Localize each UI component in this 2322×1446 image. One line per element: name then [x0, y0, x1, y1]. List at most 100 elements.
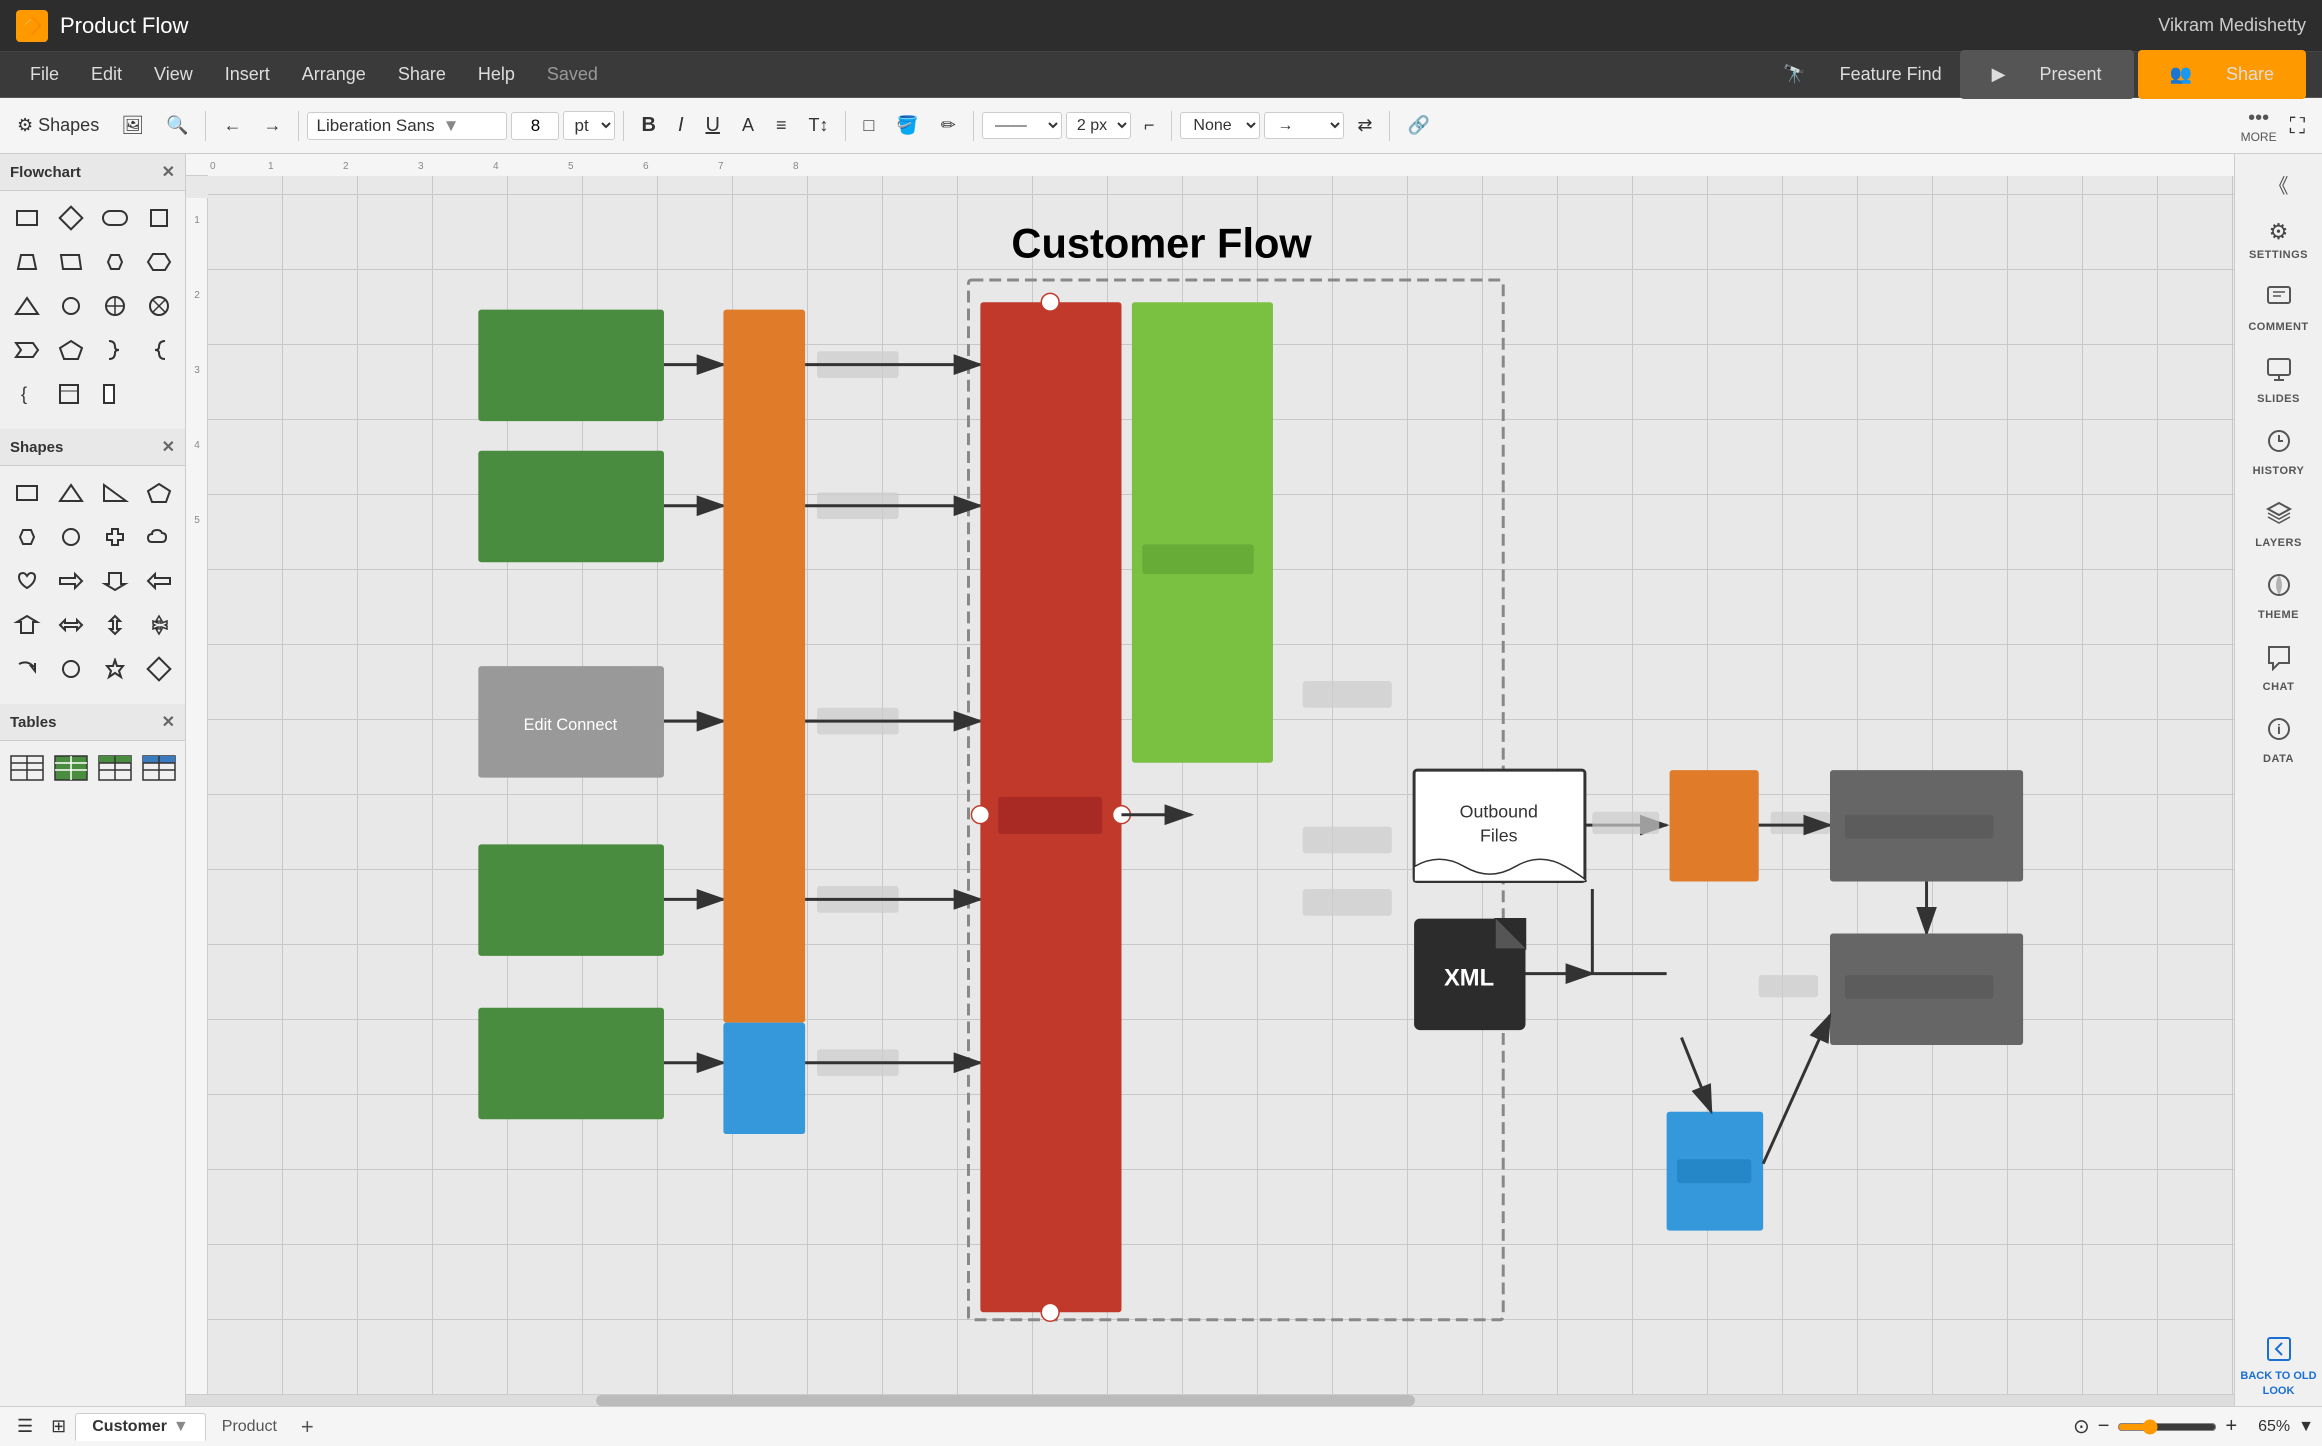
text-format-button[interactable]: T↕ — [799, 110, 837, 141]
shape-arrow-up[interactable] — [8, 606, 46, 644]
green-box-2[interactable] — [478, 451, 664, 562]
bidirectional-button[interactable]: ⇄ — [1348, 110, 1381, 141]
line-color-button[interactable]: ✏ — [932, 110, 965, 141]
shape-basic-hex[interactable] — [8, 518, 46, 556]
shape-note[interactable] — [52, 375, 90, 413]
fullscreen-button[interactable]: ⛶ — [2281, 108, 2314, 144]
fill-color-button[interactable]: 🪣 — [887, 110, 927, 141]
tab-customer[interactable]: Customer ▼ — [75, 1413, 206, 1441]
shape-basic-circle2[interactable] — [52, 650, 90, 688]
add-tab-button[interactable]: + — [293, 1410, 322, 1444]
diagram-svg[interactable]: Customer Flow Edit Connect — [208, 176, 2234, 1394]
menu-edit[interactable]: Edit — [77, 58, 136, 91]
undo-button[interactable]: ← — [214, 110, 250, 141]
settings-panel-button[interactable]: ⚙ SETTINGS — [2235, 209, 2322, 271]
shape-outline-button[interactable]: □ — [854, 110, 883, 141]
shape-star[interactable] — [96, 650, 134, 688]
data-panel-button[interactable]: i DATA — [2235, 705, 2322, 775]
shape-brace-r[interactable] — [96, 331, 134, 369]
shape-diamond[interactable] — [52, 199, 90, 237]
slides-panel-button[interactable]: SLIDES — [2235, 345, 2322, 415]
arrow-end-select[interactable]: →None← — [1264, 112, 1344, 139]
italic-button[interactable]: I — [669, 109, 693, 142]
canvas-area[interactable]: 0 1 2 3 4 5 6 7 8 1 2 3 4 — [186, 154, 2234, 1406]
comment-panel-button[interactable]: COMMENT — [2235, 273, 2322, 343]
shape-bidir-h[interactable] — [52, 606, 90, 644]
light-green-bar[interactable] — [1132, 302, 1273, 762]
tables-close[interactable]: ✕ — [162, 712, 175, 732]
shape-square[interactable] — [140, 199, 178, 237]
menu-share[interactable]: Share — [384, 58, 460, 91]
font-size-input[interactable] — [511, 112, 559, 140]
grid-view-button[interactable]: ⊞ — [42, 1411, 75, 1442]
theme-panel-button[interactable]: THEME — [2235, 561, 2322, 631]
menu-help[interactable]: Help — [464, 58, 529, 91]
shape-parallelogram[interactable] — [52, 243, 90, 281]
shape-basic-rect[interactable] — [8, 474, 46, 512]
chat-panel-button[interactable]: CHAT — [2235, 633, 2322, 703]
shape-chevron[interactable] — [8, 331, 46, 369]
table-style-2[interactable] — [52, 749, 90, 787]
red-bar-top-handle[interactable] — [1041, 293, 1059, 311]
zoom-out-button[interactable]: − — [2098, 1415, 2110, 1438]
shapes-close[interactable]: ✕ — [162, 437, 175, 457]
text-align-button[interactable]: ≡ — [767, 110, 796, 141]
blue-bar-left[interactable] — [723, 1023, 805, 1134]
menu-insert[interactable]: Insert — [211, 58, 284, 91]
menu-arrange[interactable]: Arrange — [288, 58, 380, 91]
table-style-1[interactable] — [8, 749, 46, 787]
green-box-1[interactable] — [478, 310, 664, 421]
tab-product[interactable]: Product — [206, 1414, 293, 1440]
line-style-select[interactable]: ——- - -· · · — [982, 112, 1062, 139]
shape-triangle[interactable] — [8, 287, 46, 325]
shape-right-tri[interactable] — [96, 474, 134, 512]
scrollbar-thumb[interactable] — [596, 1395, 1415, 1406]
shape-circle-x[interactable] — [140, 287, 178, 325]
underline-button[interactable]: U — [697, 109, 729, 142]
shape-heart[interactable] — [8, 562, 46, 600]
green-box-3[interactable] — [478, 844, 664, 955]
shape-hexagon[interactable] — [96, 243, 134, 281]
menu-view[interactable]: View — [140, 58, 207, 91]
shape-basic-tri[interactable] — [52, 474, 90, 512]
more-button[interactable]: ••• MORE — [2241, 107, 2277, 144]
shape-circle[interactable] — [52, 287, 90, 325]
shape-octagon[interactable] — [140, 243, 178, 281]
history-panel-button[interactable]: HISTORY — [2235, 417, 2322, 487]
shape-basic-diamond[interactable] — [140, 650, 178, 688]
font-color-button[interactable]: A — [733, 110, 763, 141]
list-view-button[interactable]: ☰ — [8, 1411, 42, 1442]
bold-button[interactable]: B — [632, 109, 664, 142]
shape-arrow-right[interactable] — [52, 562, 90, 600]
tab-customer-dropdown[interactable]: ▼ — [173, 1418, 189, 1436]
redo-button[interactable]: → — [254, 110, 290, 141]
shape-curved-arrow[interactable] — [8, 650, 46, 688]
shape-cross[interactable] — [96, 518, 134, 556]
feature-find[interactable]: 🔭 Feature Find — [1769, 58, 1955, 91]
image-insert-button[interactable]: 🖼 — [112, 110, 153, 141]
shape-bidir-v[interactable] — [96, 606, 134, 644]
zoom-fit-button[interactable]: ⊙ — [2073, 1414, 2090, 1439]
font-selector[interactable]: Liberation Sans ▼ — [307, 112, 507, 140]
search-button[interactable]: 🔍 — [157, 110, 197, 141]
shape-arrow-down[interactable] — [96, 562, 134, 600]
flowchart-close[interactable]: ✕ — [162, 162, 175, 182]
share-button[interactable]: 👥 Share — [2138, 50, 2306, 99]
line-width-select[interactable]: 2 px1 px3 px4 px — [1066, 112, 1131, 139]
shape-4arrow[interactable] — [140, 606, 178, 644]
shape-basic-pent[interactable] — [140, 474, 178, 512]
shape-basic-circle[interactable] — [52, 518, 90, 556]
back-to-old-button[interactable]: BACK TO OLD LOOK — [2235, 1327, 2322, 1406]
zoom-slider[interactable] — [2117, 1419, 2217, 1435]
shape-arrow-left[interactable] — [140, 562, 178, 600]
shape-brace-l[interactable] — [140, 331, 178, 369]
link-button[interactable]: 🔗 — [1398, 110, 1438, 141]
horizontal-scrollbar[interactable] — [186, 1394, 2234, 1406]
shape-round[interactable] — [96, 199, 134, 237]
corner-style-button[interactable]: ⌐ — [1135, 110, 1164, 141]
diagram-canvas[interactable]: Customer Flow Edit Connect — [208, 176, 2234, 1394]
shape-empty[interactable] — [96, 375, 134, 413]
zoom-in-button[interactable]: + — [2225, 1415, 2237, 1438]
red-bar-bottom-handle[interactable] — [1041, 1303, 1059, 1321]
table-style-4[interactable] — [140, 749, 178, 787]
